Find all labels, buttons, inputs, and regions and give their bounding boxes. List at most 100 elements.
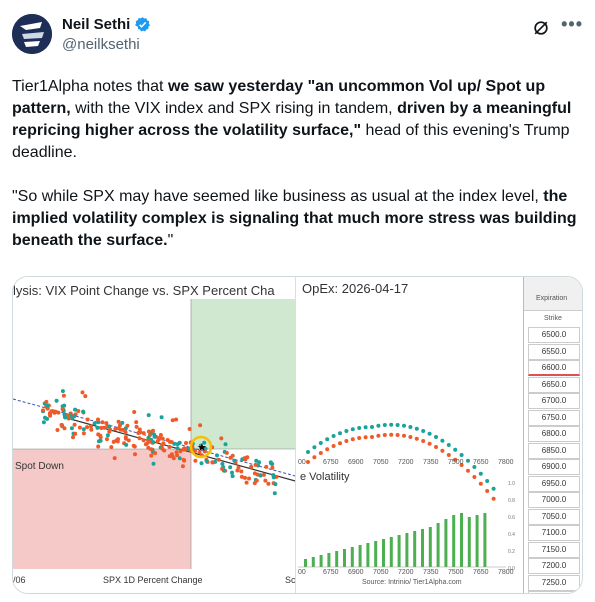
vol-bar <box>382 539 385 567</box>
scatter-point <box>143 442 148 447</box>
scatter-point <box>45 416 49 421</box>
y-tick-label: 0.6 <box>508 515 515 521</box>
scatter-point <box>85 425 90 430</box>
vol-curve-point <box>306 450 310 454</box>
opex-volatility-chart: OpEx: 2026-04-17 00 6750 6900 7050 7200 7350 7… <box>295 277 531 593</box>
scatter-point <box>232 458 237 463</box>
vol-bar <box>311 557 315 567</box>
strike-cell: 7100.0 <box>528 525 580 541</box>
scatter-point <box>85 417 90 422</box>
scatter-point <box>101 425 106 430</box>
strike-cell: 6900.0 <box>528 459 580 475</box>
scatter-point <box>62 403 67 408</box>
scatter-point <box>123 436 128 441</box>
scatter-point <box>230 470 234 475</box>
scatter-point <box>187 427 192 431</box>
scatter-point <box>105 433 110 438</box>
grok-icon[interactable] <box>531 18 551 38</box>
scatter-point <box>230 474 235 479</box>
scatter-point <box>193 458 198 463</box>
vol-curve-point <box>485 489 490 493</box>
author-name[interactable]: Neil Sethi <box>62 16 130 33</box>
vol-curve-point <box>440 438 445 443</box>
vol-bar <box>327 553 331 567</box>
scatter-point <box>224 450 229 455</box>
vol-curve-point <box>382 433 387 437</box>
vol-bar <box>358 545 362 567</box>
vol-bar <box>389 537 393 567</box>
y-tick-label: 1.0 <box>508 481 515 487</box>
tweet-text-segment: with the VIX index and SPX rising in tan… <box>70 100 398 117</box>
tweet-media[interactable]: lysis: VIX Point Change vs. SPX Percent … <box>12 276 583 594</box>
vol-curve-point <box>389 432 394 437</box>
scatter-corner-right: Sc <box>285 575 296 585</box>
scatter-point <box>146 413 151 418</box>
scatter-point <box>60 407 65 412</box>
vol-bar <box>374 541 378 567</box>
scatter-point <box>235 468 240 473</box>
scatter-point <box>216 457 221 462</box>
scatter-point <box>270 465 275 470</box>
scatter-point <box>132 410 137 414</box>
scatter-point <box>146 429 151 434</box>
vol-curve-point <box>350 437 355 442</box>
scatter-point <box>121 427 126 432</box>
y-tick-label: 0.4 <box>508 532 515 538</box>
scatter-point <box>271 475 276 480</box>
vol-curve-point <box>402 433 406 438</box>
tweet-paragraph-1: Tier1Alpha notes that we saw yesterday "… <box>12 76 584 164</box>
vol-curve-point <box>376 423 381 428</box>
axis-tick-label: 7350 <box>423 459 439 466</box>
scatter-point <box>63 415 68 420</box>
author-handle[interactable]: @neilksethi <box>62 36 140 53</box>
vol-curve-point <box>312 455 317 460</box>
scatter-point <box>81 409 86 414</box>
scatter-point <box>131 443 136 448</box>
vol-bar <box>444 519 448 567</box>
scatter-point <box>134 420 139 425</box>
vol-bar <box>460 513 463 567</box>
vol-bar <box>335 551 339 567</box>
vol-curve-point <box>440 448 445 453</box>
scatter-point <box>170 418 175 423</box>
scatter-point <box>239 469 244 474</box>
scatter-point <box>160 443 165 447</box>
vol-curve-point <box>478 471 483 476</box>
scatter-point <box>228 465 233 470</box>
vol-curve-point <box>395 423 400 427</box>
y-tick-label: 0.8 <box>508 498 515 504</box>
scatter-point <box>69 426 74 431</box>
scatter-point <box>137 436 142 441</box>
tweet-text-segment: " <box>167 232 174 249</box>
scatter-point <box>169 440 174 445</box>
vol-curve-point <box>421 429 426 433</box>
axis-tick-label: 7050 <box>373 459 389 466</box>
vol-curve-point <box>318 451 323 455</box>
axis-tick-label: 7500 <box>448 459 464 466</box>
vol-bar <box>421 529 424 567</box>
scatter-point <box>253 462 258 467</box>
strike-cell: 6750.0 <box>528 409 580 426</box>
scatter-point <box>167 454 172 459</box>
vol-bar <box>397 535 401 567</box>
vol-curve-point <box>357 436 362 440</box>
vol-curve-point <box>382 423 387 427</box>
scatter-point <box>53 409 58 414</box>
vol-curve-point <box>312 445 317 450</box>
strike-table-header-expiration: Expiration <box>536 295 568 302</box>
scatter-point <box>261 472 266 477</box>
vol-curve-point <box>427 441 432 446</box>
more-options-icon[interactable]: ••• <box>561 14 583 35</box>
scatter-point <box>41 408 45 413</box>
avatar[interactable] <box>12 14 52 54</box>
tweet-paragraph-2: "So while SPX may have seemed like busin… <box>12 186 584 252</box>
vol-bar <box>452 515 456 567</box>
scatter-point <box>89 427 94 432</box>
vol-curve-point <box>446 453 451 457</box>
scatter-point <box>242 456 247 461</box>
vol-bar <box>319 555 323 567</box>
opex-subtitle: e Volatility <box>300 471 350 483</box>
vol-curve-point <box>357 426 362 430</box>
vol-curve-point <box>408 435 413 439</box>
strike-table-header-strike: Strike <box>544 315 562 322</box>
